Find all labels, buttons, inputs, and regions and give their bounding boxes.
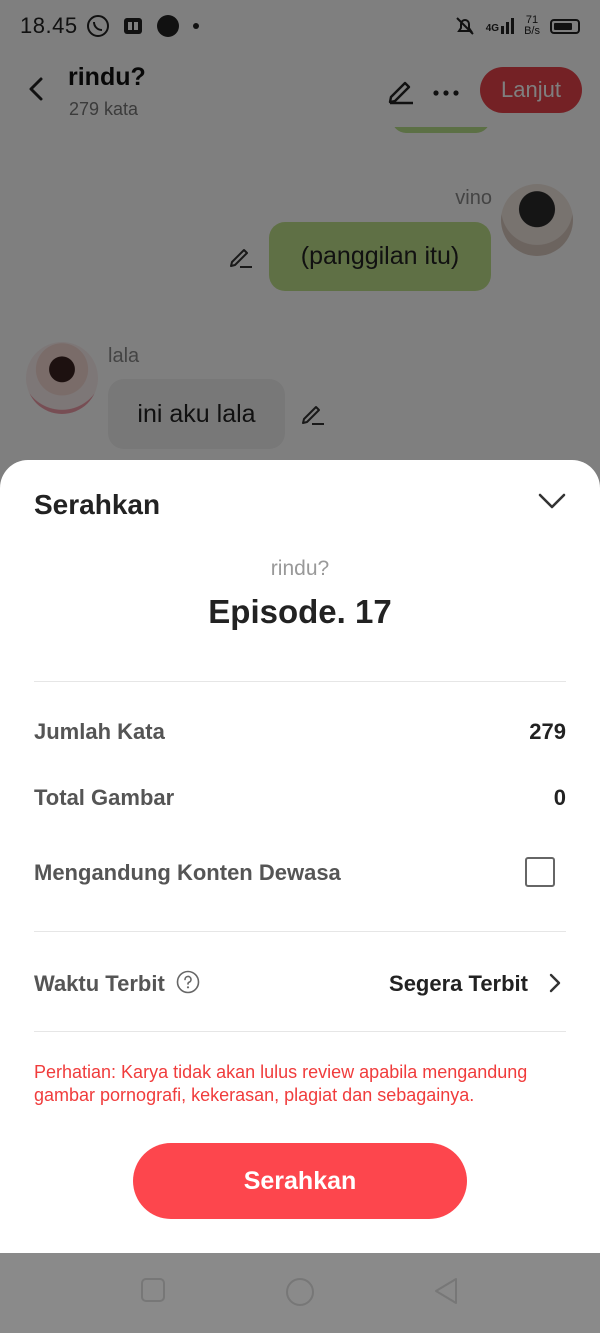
story-name: rindu? <box>270 557 330 580</box>
home-button[interactable] <box>284 1276 316 1313</box>
sheet-title: Serahkan <box>34 489 161 520</box>
divider <box>34 931 566 932</box>
circle-icon <box>286 1278 314 1306</box>
word-count-value: 279 <box>529 719 566 744</box>
image-total-value: 0 <box>553 785 566 810</box>
square-icon <box>141 1278 165 1302</box>
collapse-sheet-button[interactable] <box>534 486 570 516</box>
system-nav-bar <box>0 1253 600 1333</box>
divider <box>34 681 566 682</box>
adult-content-checkbox[interactable] <box>525 857 555 887</box>
question-circle-icon <box>176 970 200 994</box>
submit-button[interactable]: Serahkan <box>133 1143 467 1219</box>
publish-time-option[interactable] <box>548 972 562 999</box>
triangle-back-icon <box>435 1278 457 1304</box>
review-warning-text: Perhatian: Karya tidak akan lulus review… <box>34 1062 528 1105</box>
help-button[interactable] <box>176 970 200 999</box>
publish-time-value[interactable]: Segera Terbit <box>389 971 528 997</box>
episode-title: Episode. 17 <box>208 593 392 630</box>
chevron-down-icon <box>538 493 566 509</box>
image-total-label: Total Gambar <box>34 785 175 810</box>
chevron-right-icon <box>549 973 561 993</box>
publish-time-label: Waktu Terbit <box>34 971 165 996</box>
back-nav-button[interactable] <box>432 1276 460 1311</box>
recent-apps-button[interactable] <box>139 1276 167 1309</box>
divider <box>34 1031 566 1032</box>
word-count-label: Jumlah Kata <box>34 719 165 744</box>
submit-bottom-sheet: Serahkan rindu? Episode. 17 Jumlah Kata … <box>0 460 600 1253</box>
adult-content-label: Mengandung Konten Dewasa <box>34 860 341 885</box>
